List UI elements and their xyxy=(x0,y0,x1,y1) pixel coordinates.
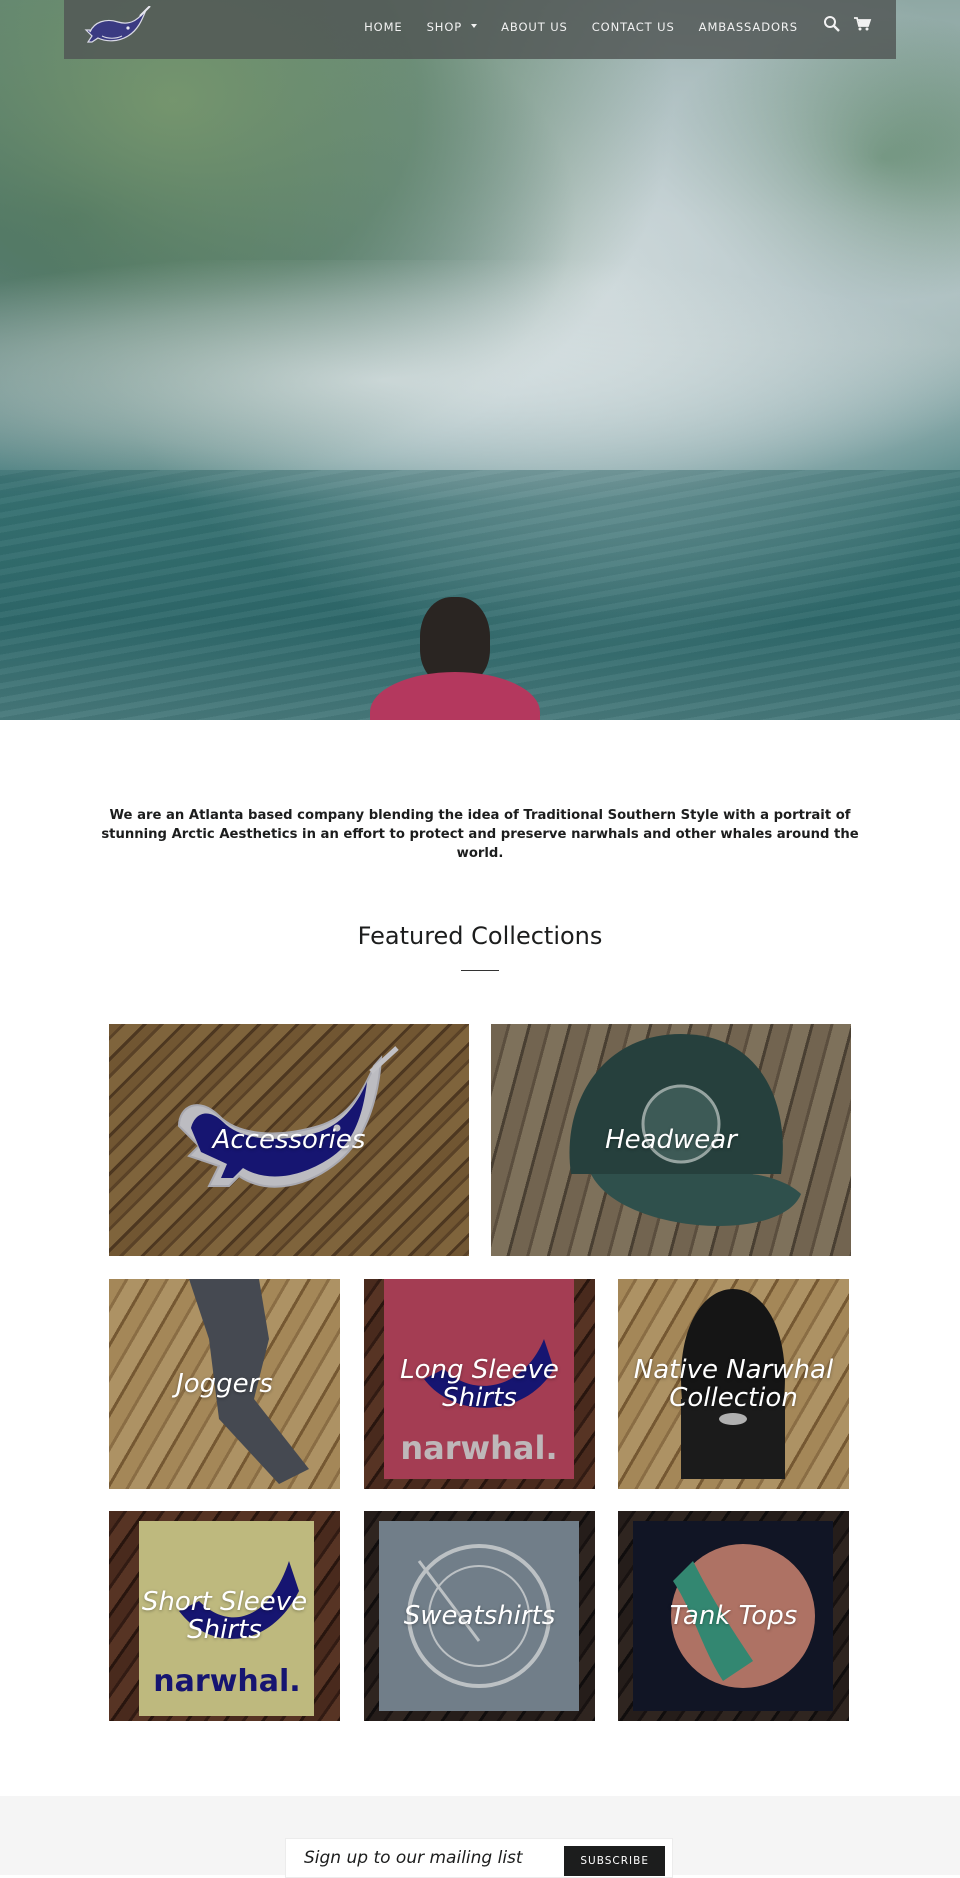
newsletter-section: Subscribe xyxy=(0,1796,960,1878)
nav-about-us[interactable]: About Us xyxy=(489,20,580,34)
collection-label: Joggers xyxy=(176,1369,273,1399)
nav-shop[interactable]: Shop xyxy=(415,20,490,34)
nav-home[interactable]: Home xyxy=(352,20,415,34)
featured-collections-title: Featured Collections xyxy=(357,922,603,950)
newsletter-form: Subscribe xyxy=(285,1838,673,1878)
main-nav: Home Shop About Us Contact Us Ambassador… xyxy=(352,0,810,54)
caret-down-icon xyxy=(471,23,478,28)
collection-label: Sweatshirts xyxy=(403,1601,556,1631)
hero-image xyxy=(0,0,960,720)
search-icon[interactable] xyxy=(822,14,842,34)
collection-label: Long Sleeve Shirts xyxy=(400,1355,559,1413)
collection-headwear[interactable]: Headwear xyxy=(491,1024,851,1256)
hero-mist xyxy=(0,260,960,500)
email-field[interactable] xyxy=(302,1839,566,1877)
narwhal-logo[interactable] xyxy=(84,5,154,54)
nav-shop-label: Shop xyxy=(426,20,463,34)
collection-short-sleeve-shirts[interactable]: narwhal. Short Sleeve Shirts xyxy=(109,1511,340,1721)
nav-ambassadors[interactable]: Ambassadors xyxy=(687,20,810,34)
collection-joggers[interactable]: Joggers xyxy=(109,1279,340,1489)
subscribe-button[interactable]: Subscribe xyxy=(564,1846,665,1876)
collection-accessories[interactable]: Accessories xyxy=(109,1024,469,1256)
collection-label: Headwear xyxy=(605,1125,737,1155)
nav-contact-us[interactable]: Contact Us xyxy=(580,20,687,34)
collection-native-narwhal[interactable]: Native Narwhal Collection xyxy=(618,1279,849,1489)
collection-long-sleeve-shirts[interactable]: narwhal. Long Sleeve Shirts xyxy=(364,1279,595,1489)
title-divider xyxy=(461,970,499,971)
collection-label: Accessories xyxy=(212,1125,366,1155)
collection-tank-tops[interactable]: Tank Tops xyxy=(618,1511,849,1721)
collection-label: Tank Tops xyxy=(669,1601,798,1631)
collection-label: Native Narwhal Collection xyxy=(633,1355,834,1413)
collection-label: Short Sleeve Shirts xyxy=(141,1587,308,1645)
collection-sweatshirts[interactable]: Sweatshirts xyxy=(364,1511,595,1721)
intro-text: We are an Atlanta based company blending… xyxy=(101,808,859,861)
site-header: Home Shop About Us Contact Us Ambassador… xyxy=(64,0,896,59)
cart-icon[interactable] xyxy=(852,14,872,34)
